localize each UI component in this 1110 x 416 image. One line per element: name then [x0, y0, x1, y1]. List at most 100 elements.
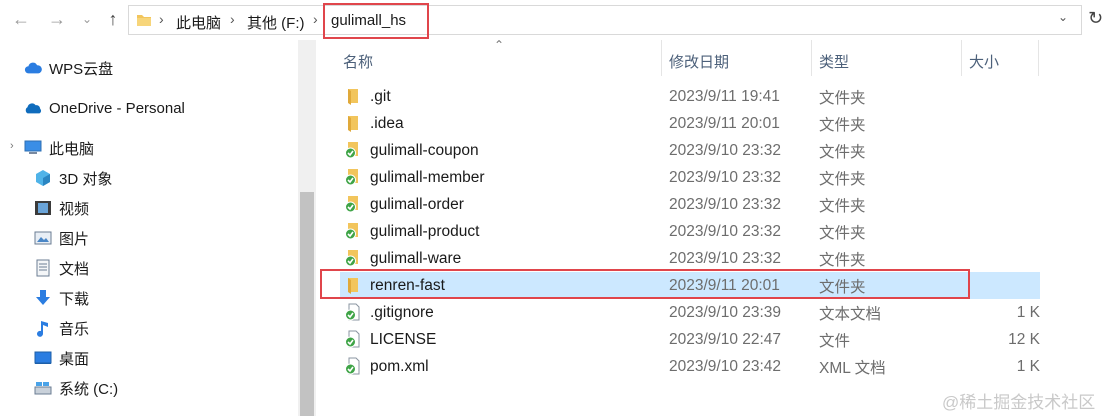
nav-item-3d-objects[interactable]: 3D 对象: [34, 166, 112, 190]
nav-item-music[interactable]: 音乐: [34, 316, 89, 340]
highlight-box-selected-row: [320, 269, 970, 299]
nav-item-pictures[interactable]: 图片: [34, 226, 89, 250]
git-folder-icon: [344, 222, 362, 240]
breadcrumb-separator: ›: [230, 11, 235, 27]
documents-icon: [34, 259, 52, 277]
pictures-icon: [34, 229, 52, 247]
file-row[interactable]: .gitignore 2023/9/10 23:39 文本文档 1 K: [340, 299, 1040, 326]
column-header-name[interactable]: 名称: [343, 46, 373, 76]
column-divider[interactable]: [1038, 40, 1039, 76]
file-size: 1 K: [1016, 357, 1040, 375]
file-date: 2023/9/11 19:41: [669, 87, 780, 105]
nav-scrollbar[interactable]: [298, 40, 316, 416]
file-name: gulimall-order: [370, 195, 464, 213]
column-divider[interactable]: [811, 40, 812, 76]
file-name: gulimall-member: [370, 168, 485, 186]
git-file-icon: [344, 357, 362, 375]
3d-objects-icon: [34, 169, 52, 187]
nav-item-drive-c[interactable]: 系统 (C:): [34, 376, 118, 400]
highlight-box-address: [323, 3, 429, 39]
breadcrumb-separator: ›: [313, 11, 318, 27]
computer-icon: [24, 139, 42, 157]
address-field[interactable]: › 此电脑 › 其他 (F:) › gulimall_hs: [128, 5, 1082, 35]
file-date: 2023/9/10 23:39: [669, 303, 782, 321]
refresh-icon[interactable]: ↻: [1088, 8, 1103, 29]
git-folder-icon: [344, 249, 362, 267]
sort-ascending-icon: ⌃: [494, 38, 505, 52]
file-size: 1 K: [1016, 303, 1040, 321]
file-name: gulimall-coupon: [370, 141, 479, 159]
git-folder-icon: [344, 195, 362, 213]
file-date: 2023/9/10 22:47: [669, 330, 782, 348]
file-row[interactable]: LICENSE 2023/9/10 22:47 文件 12 K: [340, 326, 1040, 353]
back-arrow-icon[interactable]: ←: [10, 8, 32, 30]
file-row[interactable]: .idea 2023/9/11 20:01 文件夹: [340, 110, 1040, 137]
file-row[interactable]: gulimall-coupon 2023/9/10 23:32 文件夹: [340, 137, 1040, 164]
file-row[interactable]: gulimall-order 2023/9/10 23:32 文件夹: [340, 191, 1040, 218]
file-name: gulimall-product: [370, 222, 480, 240]
file-name: gulimall-ware: [370, 249, 462, 267]
file-type: 文件夹: [819, 170, 866, 188]
git-folder-icon: [344, 168, 362, 186]
nav-item-label: 系统 (C:): [59, 380, 119, 398]
file-name: pom.xml: [370, 357, 429, 375]
nav-item-documents[interactable]: 文档: [34, 256, 89, 280]
file-row[interactable]: gulimall-product 2023/9/10 23:32 文件夹: [340, 218, 1040, 245]
file-date: 2023/9/10 23:32: [669, 168, 782, 186]
scrollbar-thumb[interactable]: [300, 192, 314, 416]
column-divider[interactable]: [661, 40, 662, 76]
nav-item-label: 下载: [59, 290, 90, 308]
breadcrumb-this-pc[interactable]: 此电脑: [176, 12, 221, 33]
nav-item-wps-cloud[interactable]: WPS云盘: [24, 56, 113, 80]
nav-item-label: 音乐: [59, 320, 90, 338]
column-header-date[interactable]: 修改日期: [669, 46, 729, 76]
music-icon: [34, 319, 52, 337]
file-type: 文本文档: [819, 305, 882, 323]
file-row[interactable]: pom.xml 2023/9/10 23:42 XML 文档 1 K: [340, 353, 1040, 380]
column-divider[interactable]: [961, 40, 962, 76]
file-date: 2023/9/10 23:32: [669, 222, 782, 240]
cloud-icon: [24, 59, 42, 77]
file-list: ⌃ 名称 修改日期 类型 大小 .git 2023/9/11 19:41 文件夹 .i…: [316, 38, 1110, 416]
nav-item-desktop[interactable]: 桌面: [34, 346, 89, 370]
address-dropdown-icon[interactable]: ⌄: [1058, 10, 1068, 24]
file-name: .gitignore: [370, 303, 434, 321]
nav-item-label: 此电脑: [49, 140, 95, 158]
video-icon: [34, 199, 52, 217]
folder-icon: [344, 114, 362, 132]
chevron-down-icon[interactable]: ⌄: [76, 8, 98, 30]
file-row[interactable]: .git 2023/9/11 19:41 文件夹: [340, 83, 1040, 110]
chevron-right-icon[interactable]: ›: [10, 140, 14, 152]
file-type: XML 文档: [819, 359, 886, 377]
file-row[interactable]: gulimall-member 2023/9/10 23:32 文件夹: [340, 164, 1040, 191]
download-icon: [34, 289, 52, 307]
nav-item-this-pc[interactable]: 此电脑: [24, 136, 94, 160]
watermark: @稀土掘金技术社区: [942, 393, 1096, 412]
file-date: 2023/9/11 20:01: [669, 114, 780, 132]
folder-icon: [137, 15, 151, 26]
address-bar-row: ← → ⌄ ↑ › 此电脑 › 其他 (F:) › gulimall_hs ⌄ …: [0, 0, 1110, 40]
drive-icon: [34, 379, 52, 397]
file-date: 2023/9/10 23:32: [669, 141, 782, 159]
nav-item-label: 图片: [59, 230, 90, 248]
file-type: 文件夹: [819, 116, 866, 134]
breadcrumb-separator: ›: [159, 11, 164, 27]
folder-icon: [344, 87, 362, 105]
file-name: .git: [370, 87, 391, 105]
nav-item-downloads[interactable]: 下载: [34, 286, 89, 310]
forward-arrow-icon[interactable]: →: [46, 8, 68, 30]
file-type: 文件夹: [819, 143, 866, 161]
file-type: 文件夹: [819, 251, 866, 269]
onedrive-icon: [24, 99, 42, 117]
file-row[interactable]: gulimall-ware 2023/9/10 23:32 文件夹: [340, 245, 1040, 272]
up-arrow-icon[interactable]: ↑: [102, 8, 124, 30]
column-header-type[interactable]: 类型: [819, 46, 849, 76]
nav-item-label: 3D 对象: [59, 170, 113, 188]
nav-item-label: 桌面: [59, 350, 90, 368]
git-file-icon: [344, 330, 362, 348]
column-header-size[interactable]: 大小: [969, 46, 999, 76]
file-date: 2023/9/10 23:42: [669, 357, 782, 375]
nav-item-videos[interactable]: 视频: [34, 196, 89, 220]
nav-item-onedrive[interactable]: OneDrive - Personal: [24, 96, 185, 120]
breadcrumb-drive-f[interactable]: 其他 (F:): [247, 12, 305, 33]
